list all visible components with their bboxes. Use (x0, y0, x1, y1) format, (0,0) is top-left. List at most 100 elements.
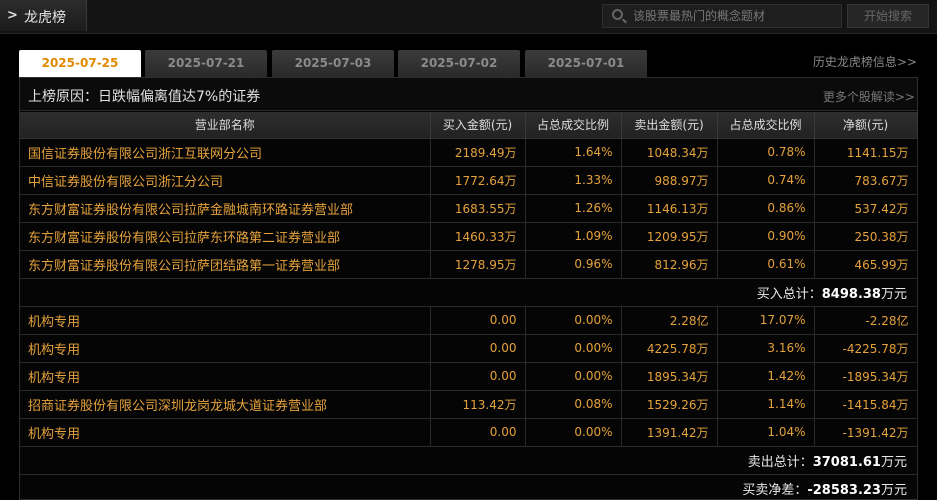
buy-amount: 0.00 (430, 362, 526, 391)
broker-name[interactable]: 国信证券股份有限公司浙江互联网分公司 (20, 138, 431, 167)
buy-amount: 1460.33万 (430, 222, 526, 251)
broker-name[interactable]: 机构专用 (20, 362, 431, 391)
buy-total-row: 买入总计：8498.38万元 (20, 278, 917, 307)
search-box[interactable] (602, 4, 842, 28)
sell-ratio: 1.14% (717, 390, 815, 419)
net-amount: -4225.78万 (814, 334, 918, 363)
search-icon (612, 9, 623, 20)
reason-label: 上榜原因： (28, 89, 98, 105)
net-value: -28583.23 (807, 482, 881, 498)
table-row: 招商证券股份有限公司深圳龙岗龙城大道证券营业部 113.42万 0.08% 15… (20, 390, 918, 419)
table-row: 东方财富证券股份有限公司拉萨金融城南环路证券营业部 1683.55万 1.26%… (20, 194, 918, 223)
table-row: 机构专用 0.00 0.00% 2.28亿 17.07% -2.28亿 (20, 306, 918, 335)
net-amount: 1141.15万 (814, 138, 918, 167)
sell-ratio: 17.07% (717, 306, 815, 335)
sell-ratio: 0.86% (717, 194, 815, 223)
buy-amount: 0.00 (430, 334, 526, 363)
net-amount: 250.38万 (814, 222, 918, 251)
buy-amount: 1772.64万 (430, 166, 526, 195)
table-row: 机构专用 0.00 0.00% 4225.78万 3.16% -4225.78万 (20, 334, 918, 363)
more-analysis-link[interactable]: 更多个股解读>> (823, 88, 915, 105)
buy-ratio: 1.64% (525, 138, 622, 167)
buy-amount: 1683.55万 (430, 194, 526, 223)
table-row: 中信证券股份有限公司浙江分公司 1772.64万 1.33% 988.97万 0… (20, 166, 918, 195)
sell-ratio: 0.74% (717, 166, 815, 195)
net-amount: 783.67万 (814, 166, 918, 195)
buy-amount: 0.00 (430, 306, 526, 335)
search-input[interactable] (633, 8, 833, 24)
table-row: 东方财富证券股份有限公司拉萨东环路第二证券营业部 1460.33万 1.09% … (20, 222, 918, 251)
reason-bar: 上榜原因：日跌幅偏离值达7%的证券 更多个股解读>> (20, 78, 917, 111)
column-header: 占总成交比例 (717, 112, 815, 139)
history-link[interactable]: 历史龙虎榜信息>> (813, 53, 917, 70)
ranking-panel: 上榜原因：日跌幅偏离值达7%的证券 更多个股解读>> 营业部名称 买入金额(元)… (19, 77, 918, 500)
broker-name[interactable]: 中信证券股份有限公司浙江分公司 (20, 166, 431, 195)
table-row: 机构专用 0.00 0.00% 1391.42万 1.04% -1391.42万 (20, 418, 918, 447)
sell-amount: 1895.34万 (621, 362, 718, 391)
buy-amount: 113.42万 (430, 390, 526, 419)
sell-amount: 1391.42万 (621, 418, 718, 447)
top-bar: > 龙虎榜 开始搜索 (0, 0, 937, 34)
sell-total-unit: 万元 (880, 454, 907, 470)
buy-amount: 0.00 (430, 418, 526, 447)
buy-total-label: 买入总计： (756, 286, 822, 302)
net-amount: -1895.34万 (814, 362, 918, 391)
column-header: 净额(元) (814, 112, 918, 139)
sell-amount: 1146.13万 (621, 194, 718, 223)
broker-name[interactable]: 东方财富证券股份有限公司拉萨团结路第一证券营业部 (20, 250, 431, 279)
buy-total-value: 8498.38 (821, 286, 881, 302)
buy-ratio: 0.08% (525, 390, 622, 419)
sell-ratio: 0.90% (717, 222, 815, 251)
sell-amount: 1209.95万 (621, 222, 718, 251)
sell-ratio: 1.04% (717, 418, 815, 447)
tab-date[interactable]: 2025-07-25 (19, 50, 141, 78)
buy-ratio: 0.00% (525, 362, 622, 391)
search-button[interactable]: 开始搜索 (847, 4, 929, 28)
tab-date[interactable]: 2025-07-01 (525, 50, 647, 77)
sell-ratio: 1.42% (717, 362, 815, 391)
reason-text: 上榜原因：日跌幅偏离值达7%的证券 (28, 86, 260, 106)
net-label: 买卖净差： (742, 482, 808, 498)
buy-ratio: 1.09% (525, 222, 622, 251)
tab-date[interactable]: 2025-07-21 (145, 50, 267, 77)
broker-name[interactable]: 机构专用 (20, 418, 431, 447)
sell-ratio: 3.16% (717, 334, 815, 363)
buy-total: 买入总计：8498.38万元 (20, 278, 917, 307)
buy-ratio: 0.00% (525, 418, 622, 447)
net-difference-row: 买卖净差：-28583.23万元 (20, 474, 917, 500)
broker-name[interactable]: 招商证券股份有限公司深圳龙岗龙城大道证券营业部 (20, 390, 431, 419)
sell-total-value: 37081.61 (812, 454, 881, 470)
sell-total: 卖出总计：37081.61万元 (20, 446, 917, 475)
buy-ratio: 0.00% (525, 334, 622, 363)
column-header: 营业部名称 (20, 112, 431, 139)
tab-date[interactable]: 2025-07-02 (398, 50, 520, 77)
sell-amount: 4225.78万 (621, 334, 718, 363)
table-header-row: 营业部名称 买入金额(元) 占总成交比例 卖出金额(元) 占总成交比例 净额(元… (20, 112, 918, 139)
sell-ratio: 0.61% (717, 250, 815, 279)
broker-name[interactable]: 东方财富证券股份有限公司拉萨金融城南环路证券营业部 (20, 194, 431, 223)
net-amount: -1391.42万 (814, 418, 918, 447)
table-row: 机构专用 0.00 0.00% 1895.34万 1.42% -1895.34万 (20, 362, 918, 391)
sell-ratio: 0.78% (717, 138, 815, 167)
tab-date[interactable]: 2025-07-03 (272, 50, 394, 77)
net-unit: 万元 (880, 482, 907, 498)
sell-amount: 988.97万 (621, 166, 718, 195)
buy-amount: 2189.49万 (430, 138, 526, 167)
table-row: 东方财富证券股份有限公司拉萨团结路第一证券营业部 1278.95万 0.96% … (20, 250, 918, 279)
sell-amount: 812.96万 (621, 250, 718, 279)
buy-ratio: 0.96% (525, 250, 622, 279)
sell-amount: 1048.34万 (621, 138, 718, 167)
sell-amount: 2.28亿 (621, 306, 718, 335)
buy-total-unit: 万元 (880, 286, 907, 302)
title-tab[interactable]: > 龙虎榜 (0, 0, 87, 31)
sell-total-label: 卖出总计： (747, 454, 813, 470)
chevron-right-icon: > (7, 8, 18, 23)
net-amount: -2.28亿 (814, 306, 918, 335)
broker-name[interactable]: 东方财富证券股份有限公司拉萨东环路第二证券营业部 (20, 222, 431, 251)
net-difference: 买卖净差：-28583.23万元 (20, 474, 917, 500)
broker-name[interactable]: 机构专用 (20, 306, 431, 335)
column-header: 占总成交比例 (525, 112, 622, 139)
broker-name[interactable]: 机构专用 (20, 334, 431, 363)
sell-amount: 1529.26万 (621, 390, 718, 419)
page-title: 龙虎榜 (24, 10, 66, 26)
